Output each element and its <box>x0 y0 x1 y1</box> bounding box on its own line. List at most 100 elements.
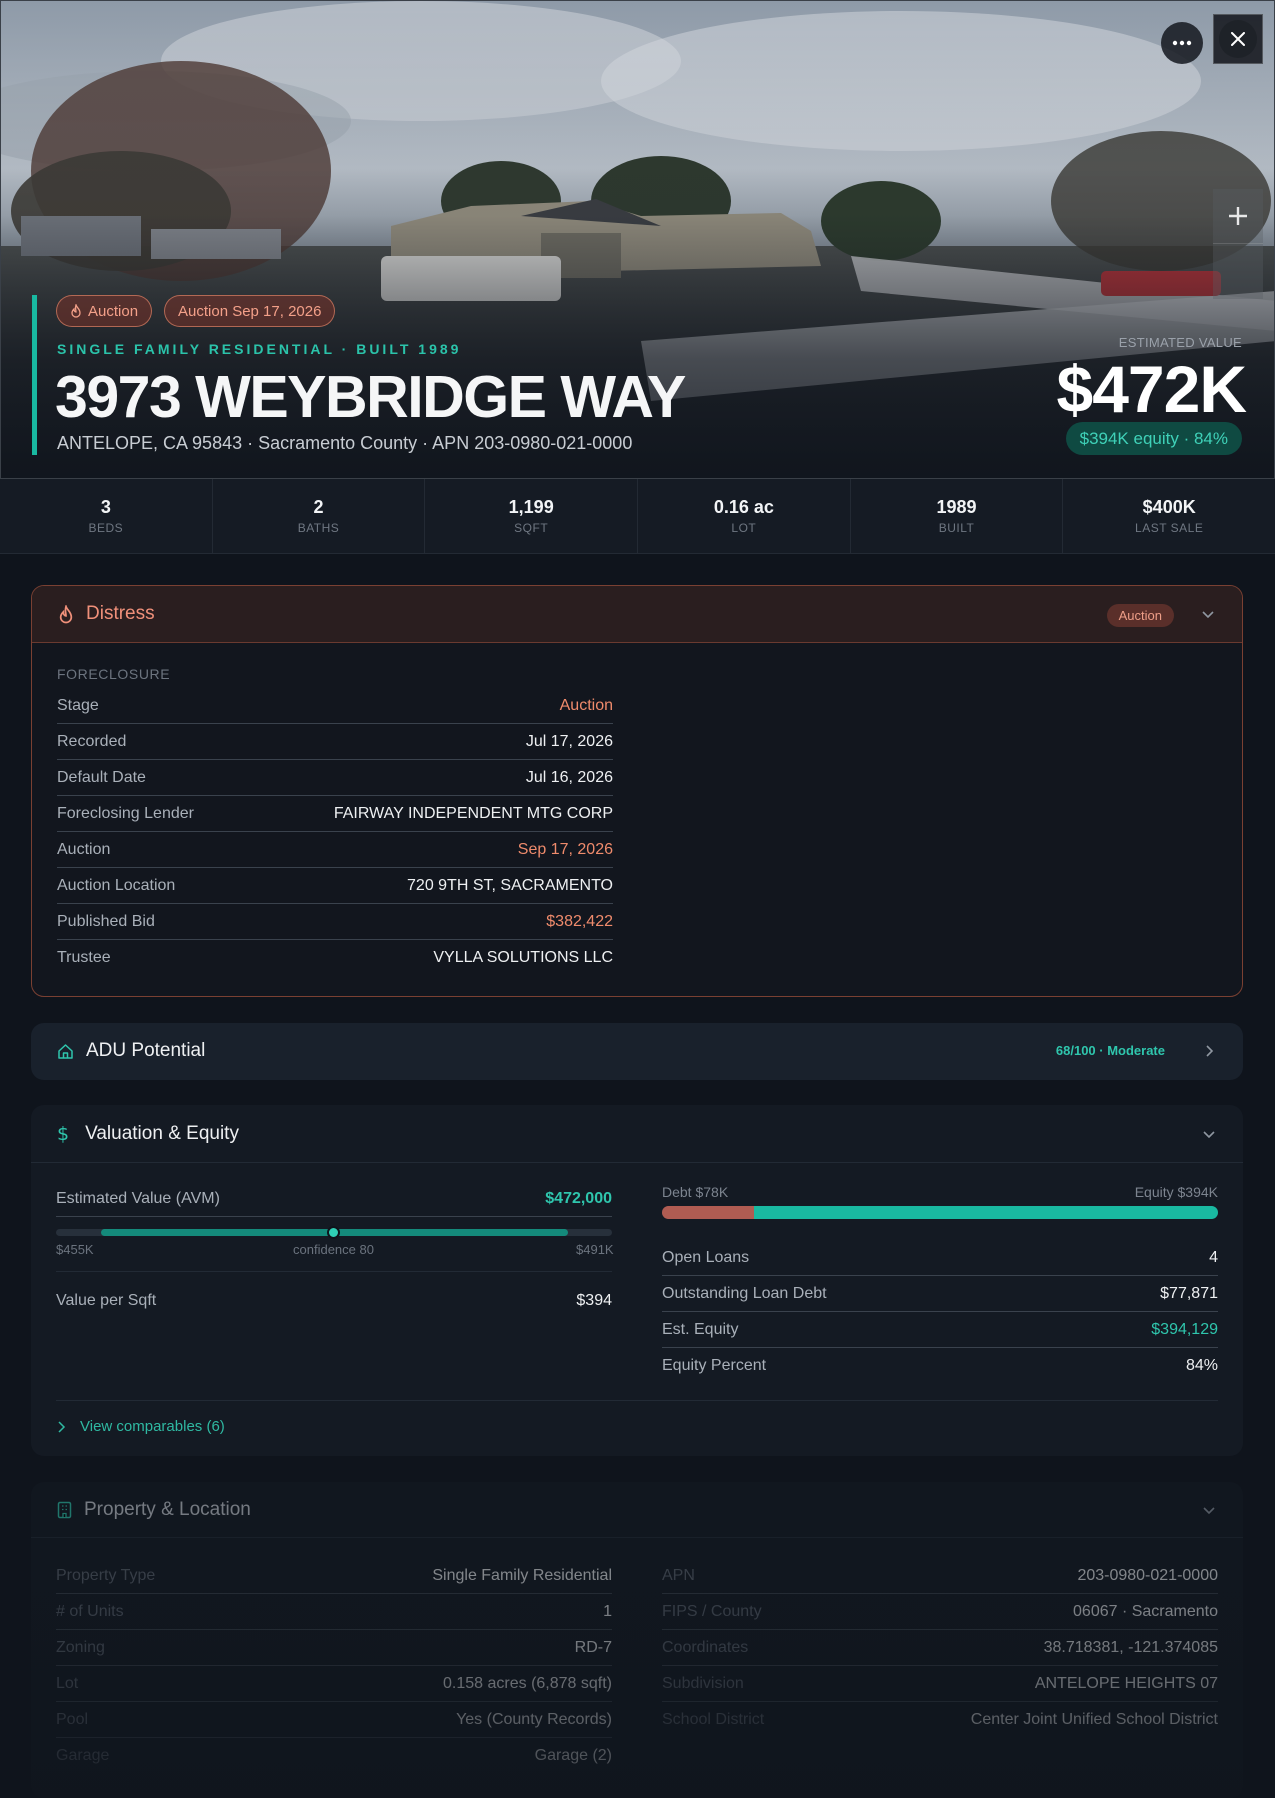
property-row: # of Units 1 <box>56 1594 612 1630</box>
stat-value: 1989 <box>936 497 977 517</box>
ellipsis-icon <box>1172 40 1192 46</box>
stat-label: LOT <box>731 521 757 535</box>
row-key: Open Loans <box>662 1248 750 1266</box>
distress-card: Distress Auction FORECLOSURE Stage Auctio… <box>31 585 1243 997</box>
property-row: Garage Garage (2) <box>56 1738 612 1774</box>
valuation-equity-card: $ Valuation & Equity Estimated Value (AV… <box>31 1105 1243 1456</box>
valuation-header[interactable]: $ Valuation & Equity <box>31 1105 1243 1163</box>
stat-beds: 3 BEDS <box>0 479 213 553</box>
row-value: 06067 · Sacramento <box>1073 1602 1218 1620</box>
view-comparables-label: View comparables (6) <box>80 1418 225 1435</box>
range-confidence: confidence 80 <box>293 1242 374 1257</box>
more-options-button[interactable] <box>1161 22 1203 64</box>
auction-badge: Auction <box>56 295 153 327</box>
chevron-down-icon[interactable] <box>1201 1502 1217 1518</box>
property-address: 3973 WEYBRIDGE WAY <box>55 364 686 430</box>
close-button[interactable] <box>1213 14 1263 64</box>
row-key: School District <box>662 1711 765 1728</box>
location-row: APN 203-0980-021-0000 <box>662 1558 1218 1594</box>
zoom-in-button[interactable] <box>1213 189 1263 244</box>
row-value: 4 <box>1209 1248 1218 1266</box>
row-value: 84% <box>1185 1357 1218 1374</box>
row-key: Auction Location <box>57 876 176 894</box>
row-value: 38.718381, -121.374085 <box>1043 1638 1218 1656</box>
row-key: Property Type <box>56 1566 156 1584</box>
avm-label: Estimated Value (AVM) <box>56 1189 220 1207</box>
title-accent-bar <box>32 295 37 455</box>
value-range-marker <box>327 1226 340 1239</box>
stat-last-sale: $400K LAST SALE <box>1063 479 1275 553</box>
building-icon <box>57 1501 72 1518</box>
divider <box>56 1400 1218 1401</box>
close-icon <box>1231 32 1245 46</box>
adu-potential-card[interactable]: ADU Potential 68/100 · Moderate <box>31 1023 1243 1080</box>
row-key: FIPS / County <box>662 1602 762 1620</box>
row-key: Published Bid <box>57 912 155 930</box>
property-row: Zoning RD-7 <box>56 1630 612 1666</box>
loan-row: Est. Equity $394,129 <box>662 1312 1218 1348</box>
row-value: Jul 16, 2026 <box>525 768 613 786</box>
distress-header[interactable]: Distress Auction <box>32 586 1242 643</box>
property-title: Property & Location <box>84 1498 251 1520</box>
row-value: Garage (2) <box>534 1747 612 1764</box>
chevron-down-icon[interactable] <box>1201 1126 1217 1142</box>
stat-value: 2 <box>313 497 324 517</box>
value-per-sqft-row: Value per Sqft $394 <box>56 1283 612 1319</box>
row-key: APN <box>662 1566 695 1584</box>
row-key: Coordinates <box>662 1638 749 1656</box>
row-value: 0.158 acres (6,878 sqft) <box>443 1674 612 1692</box>
row-key: Equity Percent <box>662 1357 767 1374</box>
estimated-value: $472K <box>1056 352 1247 426</box>
stat-lot: 0.16 ac LOT <box>638 479 851 553</box>
distress-title: Distress <box>86 603 155 624</box>
view-comparables-link[interactable]: View comparables (6) <box>56 1418 225 1435</box>
distress-badge: Auction <box>1106 604 1174 627</box>
photo-zoom-controls <box>1213 189 1263 299</box>
range-high: $491K <box>576 1242 614 1257</box>
row-key: Trustee <box>57 949 111 966</box>
stat-label: SQFT <box>514 521 549 535</box>
property-header[interactable]: Property & Location <box>31 1482 1243 1538</box>
hero-photo: Auction Auction Sep 17, 2026 SINGLE FAMI… <box>0 0 1275 479</box>
location-row: FIPS / County 06067 · Sacramento <box>662 1594 1218 1630</box>
home-icon <box>58 1043 73 1059</box>
foreclosure-row: Auction Location 720 9TH ST, SACRAMENTO <box>57 868 613 904</box>
property-location-card: Property & Location Property Type Single … <box>31 1482 1243 1798</box>
stat-baths: 2 BATHS <box>213 479 426 553</box>
row-key: Default Date <box>57 768 146 786</box>
per-sqft-label: Value per Sqft <box>56 1292 157 1309</box>
stat-value: 3 <box>100 497 111 517</box>
dollar-icon: $ <box>57 1122 70 1145</box>
chevron-right-icon <box>58 1420 66 1433</box>
row-value: RD-7 <box>574 1638 612 1656</box>
row-value: ANTELOPE HEIGHTS 07 <box>1034 1674 1218 1692</box>
loan-row: Open Loans 4 <box>662 1240 1218 1276</box>
foreclosure-row: Stage Auction <box>57 688 613 724</box>
row-key: Outstanding Loan Debt <box>662 1284 827 1302</box>
auction-badge-label: Auction <box>88 302 139 320</box>
divider <box>56 1271 612 1272</box>
row-key: Zoning <box>56 1638 105 1656</box>
chevron-down-icon[interactable] <box>1200 606 1216 622</box>
property-row: Property Type Single Family Residential <box>56 1558 612 1594</box>
foreclosure-label: FORECLOSURE <box>57 666 171 682</box>
row-value: Single Family Residential <box>432 1566 612 1584</box>
foreclosure-row: Foreclosing Lender FAIRWAY INDEPENDENT MT… <box>57 796 613 832</box>
row-value: $382,422 <box>546 912 613 930</box>
stat-label: BUILT <box>938 521 975 535</box>
row-key: Foreclosing Lender <box>57 804 194 822</box>
chevron-right-icon[interactable] <box>1201 1043 1217 1059</box>
row-value: 720 9TH ST, SACRAMENTO <box>407 876 613 894</box>
avm-value: $472,000 <box>545 1189 612 1207</box>
row-key: Subdivision <box>662 1674 744 1692</box>
per-sqft-value: $394 <box>576 1292 612 1309</box>
adu-header[interactable]: ADU Potential 68/100 · Moderate <box>31 1023 1243 1079</box>
row-value: Auction <box>559 696 613 714</box>
row-key: Garage <box>56 1747 110 1764</box>
row-value: Center Joint Unified School District <box>970 1711 1218 1728</box>
stat-value: 1,199 <box>508 497 554 517</box>
auction-date-badge: Auction Sep 17, 2026 <box>164 295 336 327</box>
row-value: VYLLA SOLUTIONS LLC <box>433 949 613 966</box>
stat-value: $400K <box>1142 497 1196 517</box>
row-key: Auction <box>57 840 111 858</box>
